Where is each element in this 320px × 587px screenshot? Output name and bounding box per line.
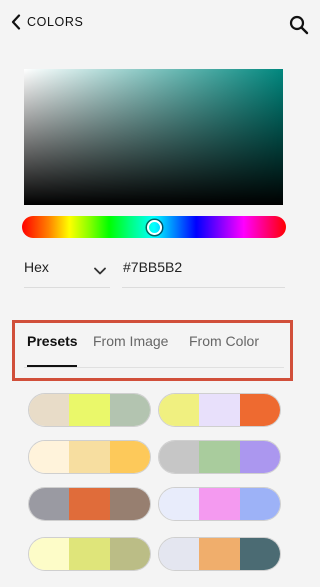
preset-swatch-color [199,488,240,520]
preset-swatch-color [109,488,150,520]
preset-swatch-color [69,394,110,426]
preset-swatch-color [29,394,70,426]
preset-swatch[interactable] [28,440,151,474]
preset-swatch-color [199,538,240,570]
header: COLORS [0,0,313,48]
preset-swatch-color [159,394,200,426]
preset-swatch-color [239,394,280,426]
preset-swatch-color [239,538,280,570]
preset-swatch[interactable] [28,393,151,427]
tab-presets[interactable]: Presets [27,333,78,367]
tab-from-image[interactable]: From Image [93,333,168,367]
preset-swatch[interactable] [158,393,281,427]
preset-swatch-color [109,441,150,473]
preset-swatch-color [109,538,150,570]
preset-swatch-color [159,538,200,570]
preset-swatch-color [69,488,110,520]
preset-swatch[interactable] [158,537,281,571]
tab-bar: Presets From Image From Color [24,331,284,368]
preset-swatch-color [69,538,110,570]
preset-swatch-color [69,441,110,473]
hue-slider-thumb[interactable] [147,220,162,235]
tab-from-color[interactable]: From Color [189,333,259,367]
preset-swatch-color [159,488,200,520]
hex-input-value: #7BB5B2 [123,259,183,275]
chevron-left-icon [11,14,21,30]
preset-swatch-color [239,441,280,473]
preset-swatch[interactable] [28,537,151,571]
saturation-value-picker[interactable] [24,69,283,205]
preset-swatch-color [159,441,200,473]
preset-swatch-color [29,441,70,473]
preset-swatch[interactable] [158,487,281,521]
preset-swatch[interactable] [28,487,151,521]
preset-swatch-color [239,488,280,520]
back-button[interactable]: COLORS [11,14,83,30]
preset-swatch-color [29,488,70,520]
preset-swatch-color [199,441,240,473]
preset-swatch-color [29,538,70,570]
chevron-down-icon [94,262,106,280]
hex-input[interactable]: #7BB5B2 [122,254,285,288]
color-format-value: Hex [24,259,49,275]
tabs-highlight-box: Presets From Image From Color [12,320,293,381]
hue-slider[interactable] [22,216,286,238]
active-tab-indicator [27,365,77,367]
preset-swatch-color [109,394,150,426]
preset-swatch[interactable] [158,440,281,474]
color-format-select[interactable]: Hex [24,254,110,288]
search-button[interactable] [289,15,309,40]
search-icon [289,15,309,39]
page-title: COLORS [27,15,84,29]
preset-swatch-color [199,394,240,426]
